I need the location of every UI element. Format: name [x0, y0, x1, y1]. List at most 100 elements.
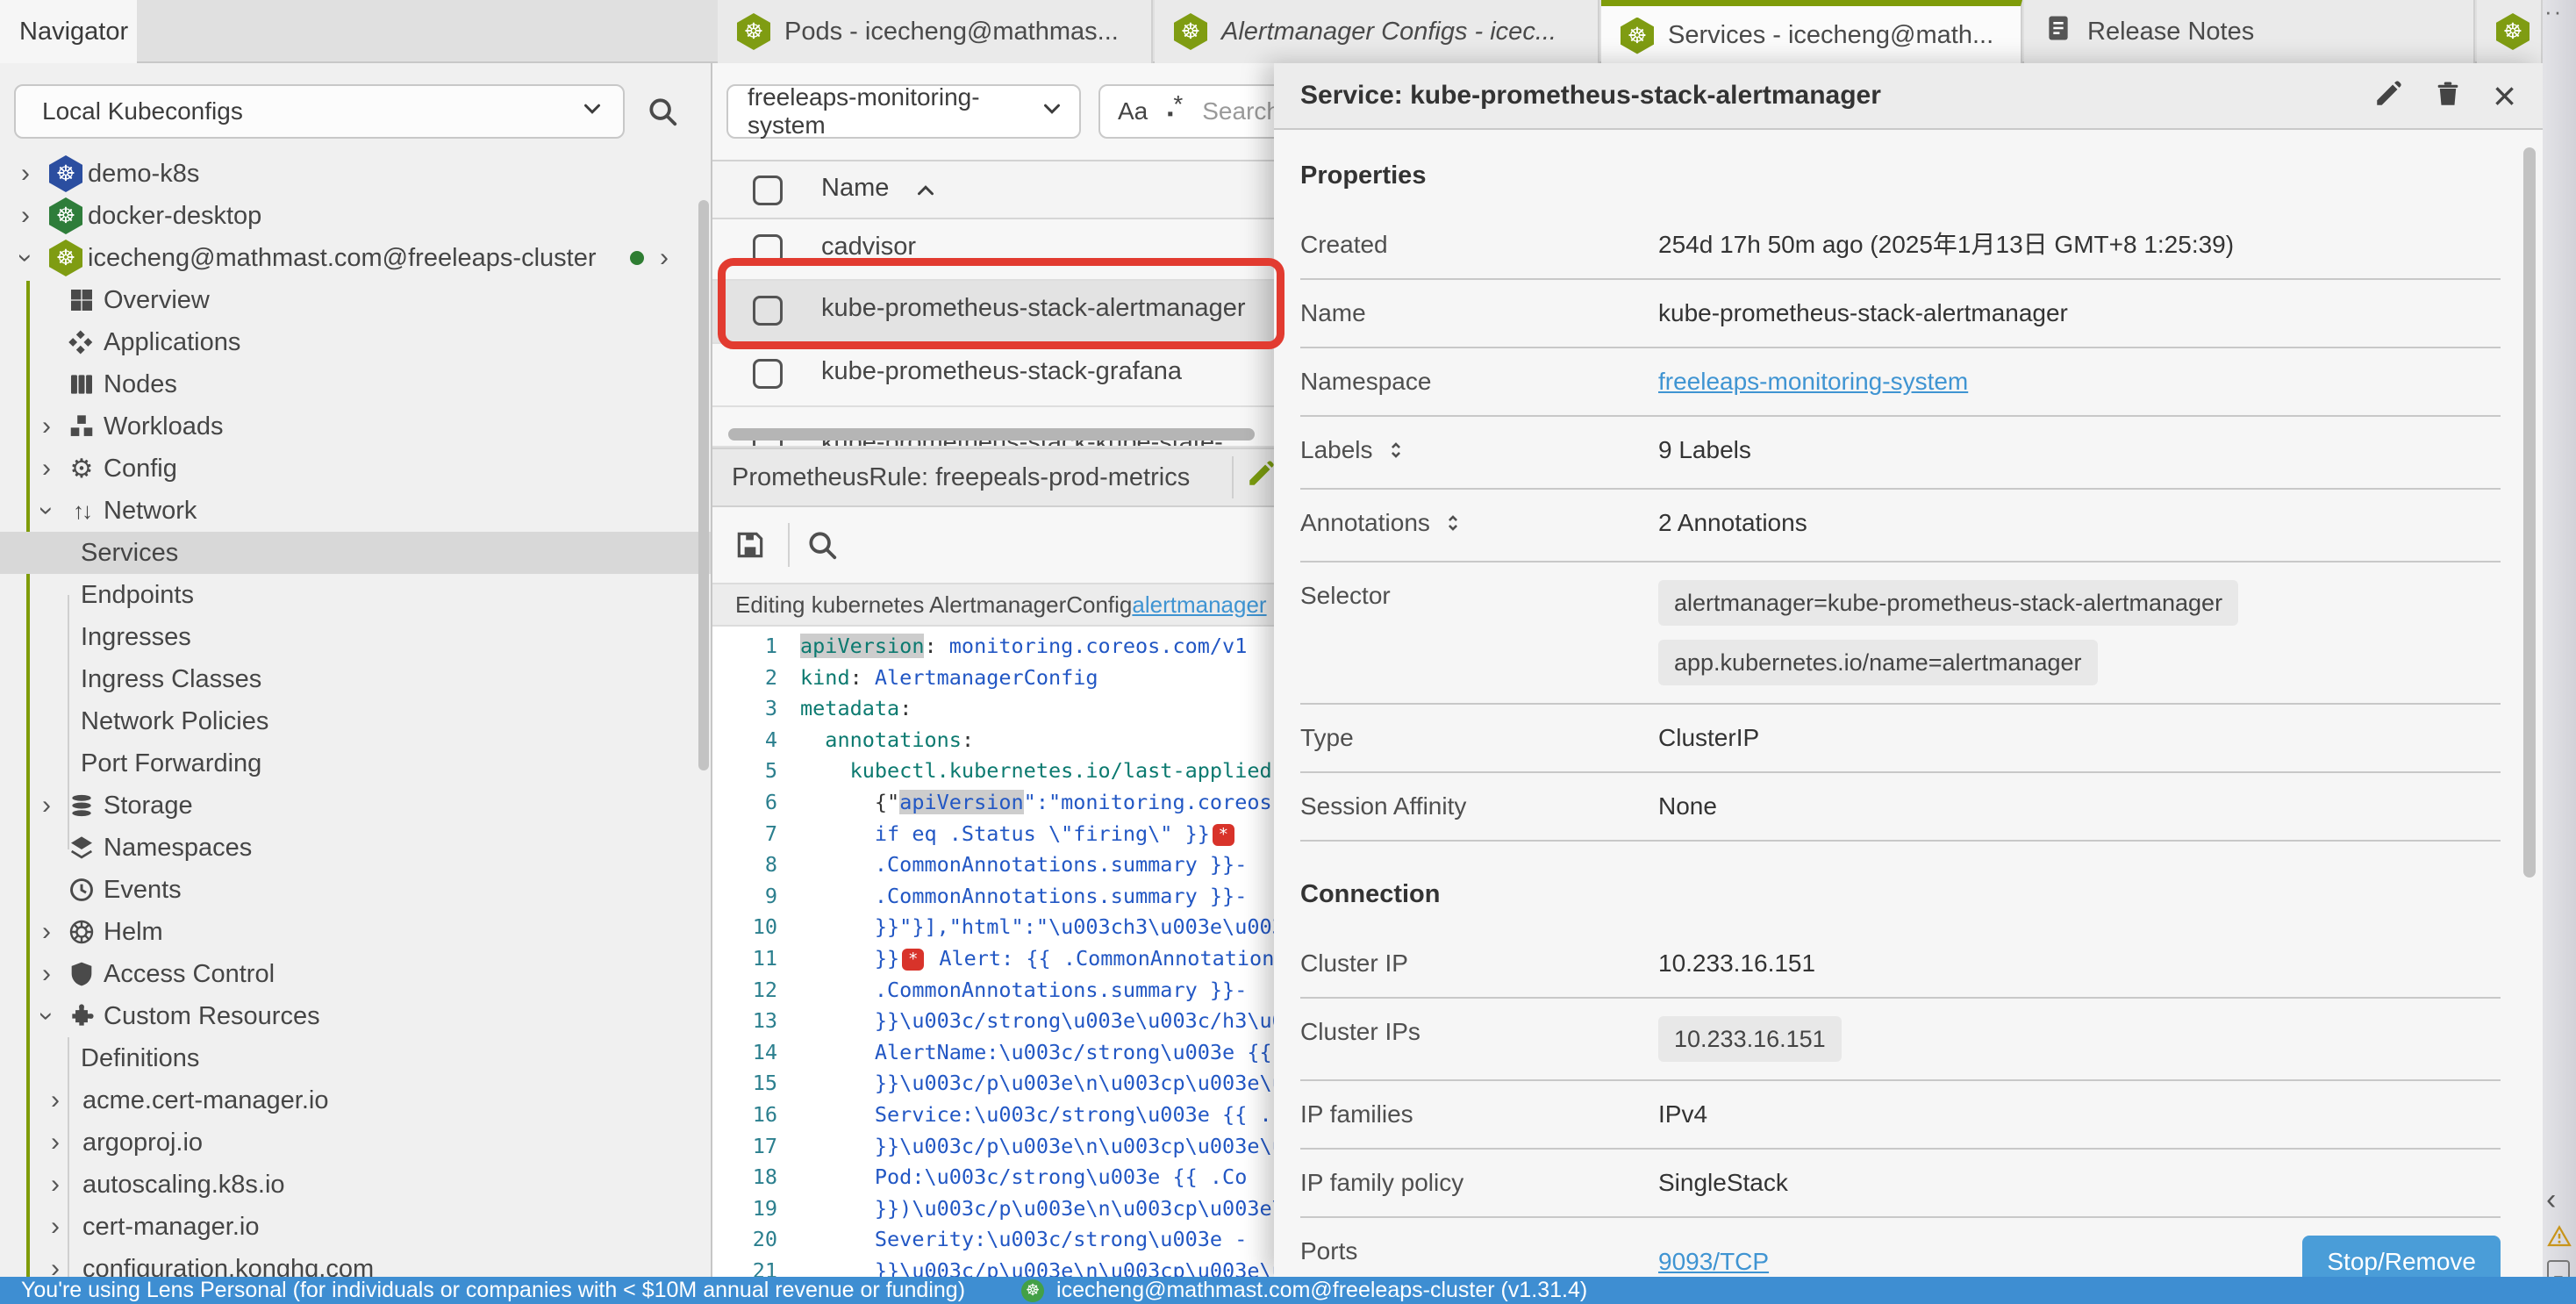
sidebar-item-acme-cert-manager-io[interactable]: ›acme.cert-manager.io	[0, 1079, 711, 1121]
sidebar-item-nodes[interactable]: Nodes	[0, 363, 711, 405]
editor-search-icon[interactable]	[805, 528, 839, 566]
chevron-right-icon[interactable]: ›	[51, 1171, 60, 1198]
sidebar-item-ingresses[interactable]: Ingresses	[0, 616, 711, 658]
regex-toggle[interactable]: ▪*	[1167, 97, 1183, 125]
sidebar-item-icecheng-mathmast-com-freeleaps-cluster[interactable]: ›☸icecheng@mathmast.com@freeleaps-cluste…	[0, 237, 711, 279]
kubeconfig-select[interactable]: Local Kubeconfigs	[14, 84, 625, 139]
chevron-right-icon[interactable]: ›	[42, 792, 51, 819]
sidebar-item-network[interactable]: ›↑↓Network	[0, 490, 711, 532]
table-header: Name	[712, 161, 1276, 219]
chevron-right-icon[interactable]: ›	[51, 1214, 60, 1240]
select-all-checkbox[interactable]	[753, 176, 783, 205]
chevron-right-icon[interactable]: ›	[51, 1256, 60, 1277]
yaml-editor[interactable]: 1apiVersion: monitoring.coreos.com/v12ki…	[712, 627, 1276, 1277]
sidebar-item-endpoints[interactable]: Endpoints	[0, 574, 711, 616]
tab-alertmanager-configs[interactable]: ☸Alertmanager Configs - icec...	[1155, 0, 1599, 63]
sidebar-item-label: Services	[81, 539, 178, 568]
delete-trash-icon[interactable]	[2433, 79, 2463, 113]
tab-services[interactable]: ☸Services - icecheng@math...×	[1601, 0, 2022, 65]
tab-release-notes[interactable]: Release Notes	[2024, 0, 2475, 63]
sidebar-item-label: Ingresses	[81, 623, 191, 652]
sidebar-item-network-policies[interactable]: Network Policies	[0, 700, 711, 742]
search-icon[interactable]	[646, 95, 679, 133]
stop-remove-button[interactable]: Stop/Remove	[2302, 1236, 2501, 1277]
match-case-toggle[interactable]: Aa	[1118, 97, 1148, 125]
sidebar-item-config[interactable]: ›⚙Config	[0, 448, 711, 490]
chevron-right-icon[interactable]: ›	[42, 961, 51, 987]
edit-pencil-icon[interactable]	[1246, 459, 1276, 496]
drawer-body: Properties Created254d 17h 50m ago (2025…	[1274, 132, 2543, 1277]
line-number: 21	[712, 1258, 800, 1277]
chevron-right-icon[interactable]: ›	[42, 919, 51, 945]
sidebar-item-ingress-classes[interactable]: Ingress Classes	[0, 658, 711, 700]
config-icon: ⚙	[67, 454, 97, 484]
chevron-right-icon[interactable]: ›	[42, 413, 51, 440]
sidebar-item-configuration-konghq-com[interactable]: ›configuration.konghq.com	[0, 1248, 711, 1277]
sidebar-item-helm[interactable]: ›Helm	[0, 911, 711, 953]
sort-toggle-icon[interactable]	[1384, 434, 1408, 470]
sidebar-item-docker-desktop[interactable]: ›☸docker-desktop	[0, 195, 711, 237]
chevron-right-icon[interactable]: ›	[51, 1129, 60, 1156]
chevron-right-icon[interactable]: ›	[51, 1087, 60, 1114]
sort-toggle-icon[interactable]	[1441, 507, 1465, 543]
tab-label: Release Notes	[2087, 18, 2254, 47]
horizontal-scrollbar[interactable]	[728, 428, 1255, 441]
table-row-kube-prometheus-stack-kube-state-metrics[interactable]: kube-prometheus-stack-kube-state-metrics	[712, 407, 1276, 448]
navigator-title: Navigator	[19, 18, 128, 47]
tab-overflow[interactable]: ☸	[2477, 0, 2543, 63]
chevron-right-icon[interactable]: ›	[42, 455, 51, 482]
collapse-chevron-icon[interactable]: ‹	[2546, 1183, 2556, 1217]
editing-resource-link[interactable]: alertmanager	[1132, 591, 1266, 619]
sidebar-item-cert-manager-io[interactable]: ›cert-manager.io	[0, 1206, 711, 1248]
sidebar-item-custom-resources[interactable]: ›Custom Resources	[0, 995, 711, 1037]
search-input[interactable]: Aa ▪* Search...	[1098, 84, 1276, 139]
sidebar-item-applications[interactable]: Applications	[0, 321, 711, 363]
sidebar-item-namespaces[interactable]: Namespaces	[0, 827, 711, 869]
drawer-scrollbar[interactable]	[2523, 147, 2536, 878]
sidebar-item-storage[interactable]: ›Storage	[0, 785, 711, 827]
close-icon[interactable]: ×	[2493, 75, 2516, 116]
sidebar-item-overview[interactable]: Overview	[0, 279, 711, 321]
chevron-down-icon[interactable]: ›	[33, 506, 60, 515]
sidebar-item-events[interactable]: Events	[0, 869, 711, 911]
line-number: 15	[712, 1071, 800, 1102]
save-icon[interactable]	[733, 528, 767, 566]
sidebar-item-argoproj-io[interactable]: ›argoproj.io	[0, 1121, 711, 1164]
edit-pencil-icon[interactable]	[2373, 79, 2403, 113]
sidebar-item-workloads[interactable]: ›Workloads	[0, 405, 711, 448]
code-line-20: 20 Severity:\u003c/strong\u003e -	[712, 1227, 1276, 1258]
chevron-right-icon[interactable]: ›	[21, 161, 30, 187]
code-line-1: 1apiVersion: monitoring.coreos.com/v1	[712, 634, 1276, 665]
detail-value: kube-prometheus-stack-alertmanager	[1658, 297, 2501, 329]
namespace-link[interactable]: freeleaps-monitoring-system	[1658, 368, 1968, 395]
table-row-kube-prometheus-stack-grafana[interactable]: kube-prometheus-stack-grafana	[712, 344, 1276, 407]
detail-row-labels: Labels9 Labels	[1300, 417, 2501, 490]
code-line-6: 6 {"apiVersion":"monitoring.coreos.com/v…	[712, 790, 1276, 821]
row-checkbox[interactable]	[753, 359, 783, 389]
port-link[interactable]: 9093/TCP	[1658, 1246, 1769, 1277]
line-number: 9	[712, 884, 800, 915]
namespace-select[interactable]: freeleaps-monitoring-system	[726, 84, 1081, 139]
tab-pods[interactable]: ☸Pods - icecheng@mathmas...	[718, 0, 1153, 63]
warning-triangle-icon[interactable]	[2546, 1223, 2572, 1254]
sidebar-scrollbar[interactable]	[698, 200, 709, 770]
sidebar-item-autoscaling-k8s-io[interactable]: ›autoscaling.k8s.io	[0, 1164, 711, 1206]
sidebar-item-access-control[interactable]: ›Access Control	[0, 953, 711, 995]
sidebar-item-services[interactable]: Services	[0, 532, 711, 574]
chevron-right-icon[interactable]: ›	[660, 245, 669, 271]
detail-label: Session Affinity	[1300, 791, 1466, 822]
license-notice: You're using Lens Personal (for individu…	[21, 1278, 965, 1303]
helm-icon	[67, 917, 97, 947]
chevron-down-icon[interactable]: ›	[33, 1012, 60, 1021]
close-icon[interactable]: ×	[2020, 20, 2022, 52]
detail-row-created: Created254d 17h 50m ago (2025年1月13日 GMT+…	[1300, 211, 2501, 280]
chevron-right-icon[interactable]: ›	[21, 203, 30, 229]
sidebar-item-definitions[interactable]: Definitions	[0, 1037, 711, 1079]
line-number: 6	[712, 790, 800, 821]
active-cluster-label[interactable]: icecheng@mathmast.com@freeleaps-cluster …	[1056, 1278, 1587, 1303]
sidebar-item-demo-k8s[interactable]: ›☸demo-k8s	[0, 153, 711, 195]
sidebar-item-port-forwarding[interactable]: Port Forwarding	[0, 742, 711, 785]
name-column-header[interactable]: Name	[821, 174, 889, 203]
chevron-down-icon[interactable]: ›	[12, 254, 39, 262]
nodes-icon	[67, 369, 97, 399]
